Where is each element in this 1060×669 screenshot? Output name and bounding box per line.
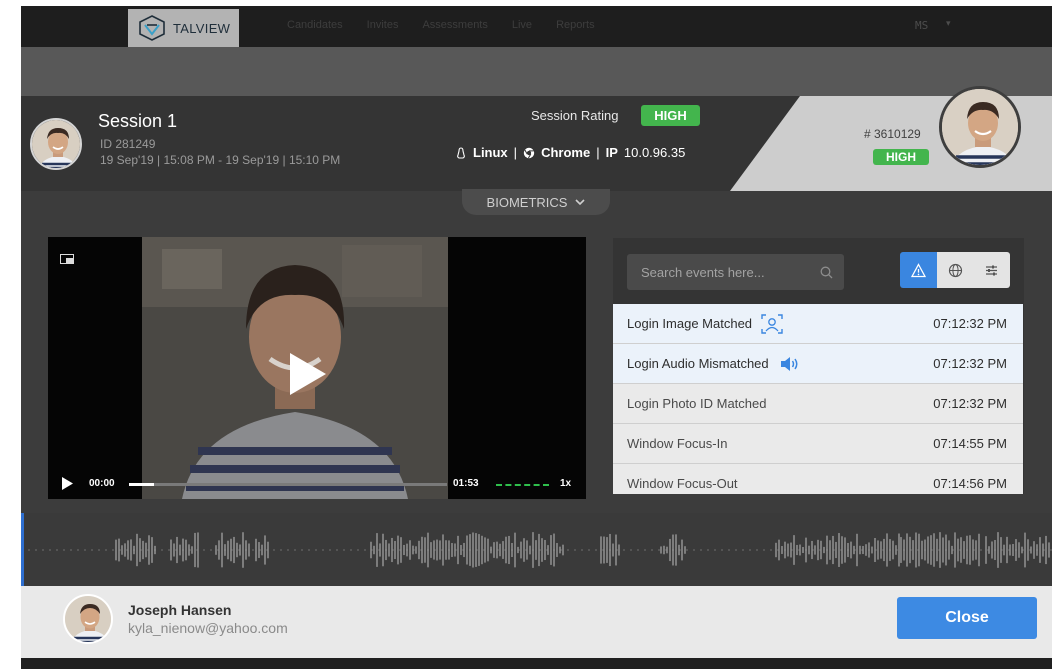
chrome-icon [523, 147, 535, 158]
events-panel: Login Image Matched 07:12:32 PM Login Au… [613, 238, 1024, 494]
nav-link-live[interactable]: Live [512, 19, 532, 31]
search-icon[interactable] [820, 266, 833, 279]
nav-links: Candidates Invites Assessments Live Repo… [287, 19, 595, 31]
session-title: Session 1 [98, 111, 178, 131]
event-row[interactable]: Login Audio Mismatched 07:12:32 PM [613, 344, 1023, 384]
session-id: ID 281249 [100, 137, 156, 151]
event-label: Login Image Matched [627, 316, 753, 331]
nav-link-reports[interactable]: Reports [556, 19, 595, 31]
talview-logo-icon [139, 15, 165, 41]
session-avatar [30, 118, 82, 170]
candidate-number: # 3610129 [864, 127, 921, 141]
event-label: Login Audio Mismatched [627, 356, 769, 371]
browser-name: Chrome [541, 145, 591, 160]
event-filters [900, 252, 1010, 288]
video-progress-fill [129, 483, 155, 486]
play-icon[interactable] [62, 477, 73, 490]
event-row[interactable]: Window Focus-In 07:14:55 PM [613, 424, 1023, 464]
picture-in-picture-icon[interactable] [60, 254, 74, 264]
video-player[interactable]: 00:00 01:53 1x [48, 237, 586, 499]
candidate-photo[interactable] [939, 86, 1021, 168]
playhead-marker[interactable] [21, 513, 24, 586]
nav-link-invites[interactable]: Invites [367, 19, 399, 31]
settings-filter-button[interactable] [973, 252, 1010, 288]
candidate-name: Joseph Hansen [128, 602, 232, 618]
play-overlay-icon[interactable] [288, 351, 328, 397]
playback-speed[interactable]: 1x [560, 478, 571, 489]
session-avatar-image [32, 120, 80, 168]
system-info: Linux | Chrome | IP 10.0.96.35 [455, 145, 685, 160]
chevron-down-icon [575, 198, 586, 205]
current-time: 00:00 [89, 478, 115, 489]
video-progress-bar[interactable] [129, 483, 447, 486]
waveform-graph [21, 532, 1052, 568]
warning-filter-button[interactable] [900, 252, 937, 288]
top-band [21, 47, 1052, 96]
session-viewer: TALVIEW Candidates Invites Assessments L… [21, 6, 1052, 669]
speaker-icon [780, 356, 798, 371]
event-list: Login Image Matched 07:12:32 PM Login Au… [613, 304, 1023, 494]
search-input[interactable] [627, 254, 817, 290]
event-time: 07:14:55 PM [933, 436, 1007, 451]
nav-link-candidates[interactable]: Candidates [287, 19, 343, 31]
event-label: Login Photo ID Matched [627, 396, 767, 411]
session-rating-badge: HIGH [641, 105, 700, 126]
web-filter-button[interactable] [936, 252, 974, 288]
session-time-range: 19 Sep'19 | 15:08 PM - 19 Sep'19 | 15:10… [100, 153, 341, 167]
globe-icon [948, 263, 962, 277]
event-search [627, 254, 844, 290]
logo-text: TALVIEW [173, 20, 231, 36]
volume-slider[interactable] [496, 484, 549, 486]
event-label: Window Focus-In [627, 436, 728, 451]
face-scan-icon [761, 313, 783, 334]
talview-logo[interactable]: TALVIEW [128, 9, 239, 47]
event-time: 07:12:32 PM [933, 396, 1007, 411]
separator: | [596, 145, 600, 160]
biometrics-label: BIOMETRICS [486, 194, 568, 210]
biometrics-toggle[interactable]: BIOMETRICS [462, 189, 610, 215]
event-row[interactable]: Login Photo ID Matched 07:12:32 PM [613, 384, 1023, 424]
ip-label: IP [605, 145, 618, 160]
event-time: 07:12:32 PM [933, 316, 1007, 331]
event-time: 07:14:56 PM [933, 476, 1007, 491]
footer: Joseph Hansen kyla_nienow@yahoo.com Clos… [21, 586, 1052, 658]
bottom-strip [21, 658, 1052, 669]
event-time: 07:12:32 PM [933, 356, 1007, 371]
candidate-rating-badge: HIGH [873, 149, 929, 165]
candidate-avatar-image [65, 596, 111, 642]
sliders-icon [986, 265, 998, 275]
os-name: Linux [473, 145, 508, 160]
ip-value: 10.0.96.35 [623, 145, 686, 160]
candidate-email: kyla_nienow@yahoo.com [128, 620, 288, 636]
nav-link-assessments[interactable]: Assessments [422, 19, 487, 31]
separator: | [513, 145, 518, 160]
close-button[interactable]: Close [897, 597, 1037, 639]
event-row[interactable]: Window Focus-Out 07:14:56 PM [613, 464, 1023, 494]
audio-waveform[interactable] [21, 513, 1052, 586]
warning-icon [910, 262, 926, 277]
event-label: Window Focus-Out [627, 476, 738, 491]
linux-icon [457, 146, 465, 159]
candidate-avatar [63, 594, 113, 644]
user-menu-caret-icon[interactable]: ▾ [946, 18, 951, 29]
video-duration: 01:53 [453, 478, 479, 489]
top-nav: TALVIEW Candidates Invites Assessments L… [21, 6, 1052, 47]
session-rating-label: Session Rating [531, 108, 619, 123]
user-initials[interactable]: MS [915, 19, 928, 32]
event-row[interactable]: Login Image Matched 07:12:32 PM [613, 304, 1023, 344]
